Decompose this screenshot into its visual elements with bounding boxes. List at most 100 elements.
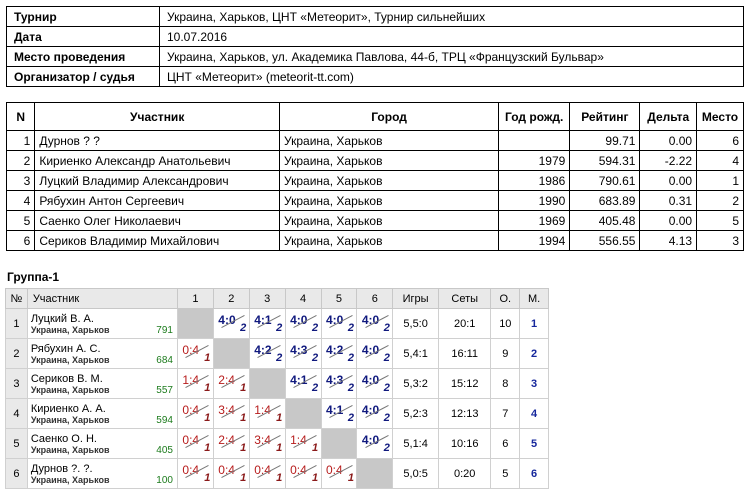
participant-place: 4 (696, 150, 744, 171)
match-result: 4:0 2 (360, 311, 390, 334)
group-col-4: 4 (284, 288, 322, 309)
group-row-number: 3 (5, 368, 28, 399)
participant-rating: 99.71 (569, 130, 641, 151)
match-points: 2 (276, 352, 283, 364)
match-result: 0:4 1 (180, 461, 210, 484)
group-sets: 15:12 (437, 368, 492, 399)
group-player-city: Украина, Харьков (30, 475, 110, 485)
match-points: 1 (240, 412, 247, 424)
match-result-cell: 3:4 1 (248, 428, 286, 459)
match-points: 1 (240, 382, 247, 394)
group-row: 2 Рябухин А. С. Украина, Харьков 684 0:4 1 4:2… (5, 338, 549, 369)
match-points: 2 (311, 382, 319, 394)
participant-place: 5 (696, 210, 744, 231)
participant-row: 6 Сериков Владимир Михайлович Украина, Хар… (5, 230, 744, 251)
col-year-header: Год рожд. (498, 102, 571, 131)
participant-number: 3 (5, 170, 36, 191)
participant-row: 2 Кириенко Александр Анатольевич Украина, … (5, 150, 744, 171)
group-row: 6 Дурнов ?. ?. Украина, Харьков 100 0:4 1 0:4 1… (5, 458, 549, 489)
group-player-cell: Саенко О. Н. Украина, Харьков 405 (26, 428, 178, 459)
participant-birth-year: 1969 (498, 210, 571, 231)
participant-name: Саенко Олег Николаевич (34, 210, 281, 231)
group-player-cell: Луцкий В. А. Украина, Харьков 791 (26, 308, 178, 339)
group-player-name: Рябухин А. С. (30, 343, 101, 355)
match-points: 2 (383, 382, 390, 394)
match-result: 4:3 2 (324, 371, 354, 394)
match-points: 2 (240, 322, 247, 334)
info-key: Турнир (6, 6, 160, 27)
participant-rating: 790.61 (569, 170, 641, 191)
match-points: 1 (276, 442, 283, 454)
group-games: 5,0:5 (392, 458, 439, 489)
match-result-cell: 4:0 2 (212, 308, 250, 339)
match-result-cell: 4:0 2 (356, 428, 394, 459)
participant-number: 2 (5, 150, 36, 171)
group-row-number: 4 (5, 398, 28, 429)
participant-birth-year (498, 130, 571, 151)
match-result: 2:4 1 (216, 371, 247, 394)
match-result-cell: 0:4 1 (176, 428, 214, 459)
tournament-info-table: Турнир Украина, Харьков, ЦНТ «Метеорит», … (6, 6, 744, 87)
group-player-rating: 684 (156, 355, 173, 366)
group-place: 1 (519, 308, 549, 339)
match-result: 4:2 2 (324, 341, 354, 364)
group-row-number: 6 (5, 458, 28, 489)
match-result-cell: 0:4 1 (212, 458, 250, 489)
info-key: Организатор / судья (6, 66, 160, 87)
participant-city: Украина, Харьков (279, 130, 500, 151)
match-result: 4:0 2 (360, 341, 390, 364)
match-result: 2:4 1 (216, 431, 246, 454)
match-points: 2 (347, 352, 354, 364)
match-result: 4:1 2 (288, 371, 319, 394)
match-result-cell: 4:3 2 (284, 338, 322, 369)
participant-name: Рябухин Антон Сергеевич (34, 190, 281, 211)
participant-city: Украина, Харьков (279, 230, 500, 251)
group-points: 6 (490, 428, 521, 459)
match-result: 4:3 2 (288, 341, 318, 364)
match-result: 1:4 1 (288, 431, 318, 454)
group-player-rating: 557 (156, 385, 173, 396)
group-points: 5 (490, 458, 521, 489)
participants-table: N Участник Город Год рожд. Рейтинг Дельт… (5, 102, 744, 251)
group-player-cell: Сериков В. М. Украина, Харьков 557 (26, 368, 178, 399)
participant-row: 1 Дурнов ? ? Украина, Харьков 99.71 0.00 6 (5, 130, 744, 151)
match-result-cell: 4:0 2 (320, 308, 358, 339)
group-player-city: Украина, Харьков (30, 325, 110, 335)
group-player-name: Луцкий В. А. (30, 313, 94, 325)
self-match-cell (212, 338, 250, 369)
match-result-cell: 0:4 1 (248, 458, 286, 489)
participant-city: Украина, Харьков (279, 190, 500, 211)
group-col-points: О. (490, 288, 521, 309)
match-points: 1 (347, 472, 354, 484)
match-result-cell: 3:4 1 (212, 398, 250, 429)
group-col-1: 1 (176, 288, 214, 309)
participant-rating: 683.89 (569, 190, 641, 211)
group-row-number: 2 (5, 338, 28, 369)
match-result: 0:4 1 (288, 461, 318, 484)
participant-city: Украина, Харьков (279, 210, 500, 231)
group-games: 5,5:0 (392, 308, 439, 339)
match-result-cell: 4:3 2 (320, 368, 358, 399)
group-player-city: Украина, Харьков (30, 385, 110, 395)
match-points: 1 (276, 412, 283, 424)
group-points: 9 (490, 338, 521, 369)
participant-city: Украина, Харьков (279, 170, 500, 191)
match-result: 0:4 1 (252, 461, 282, 484)
participant-number: 6 (5, 230, 36, 251)
participant-name: Луцкий Владимир Александрович (34, 170, 281, 191)
info-value: Украина, Харьков, ул. Академика Павлова,… (159, 46, 744, 67)
match-result-cell: 4:1 2 (248, 308, 286, 339)
col-city-header: Город (279, 102, 500, 131)
match-result-cell: 4:2 2 (320, 338, 358, 369)
group-col-6: 6 (356, 288, 394, 309)
group-row-number: 5 (5, 428, 28, 459)
info-row: Место проведения Украина, Харьков, ул. Ак… (6, 46, 744, 67)
participant-city: Украина, Харьков (279, 150, 500, 171)
group-player-city: Украина, Харьков (30, 445, 110, 455)
group-player-name: Кириенко А. А. (30, 403, 106, 415)
match-result: 4:0 2 (288, 311, 318, 334)
group-row: 4 Кириенко А. А. Украина, Харьков 594 0:4 1 3:… (5, 398, 549, 429)
group-sets: 10:16 (437, 428, 492, 459)
group-place: 4 (519, 398, 549, 429)
match-result-cell: 1:4 1 (176, 368, 214, 399)
